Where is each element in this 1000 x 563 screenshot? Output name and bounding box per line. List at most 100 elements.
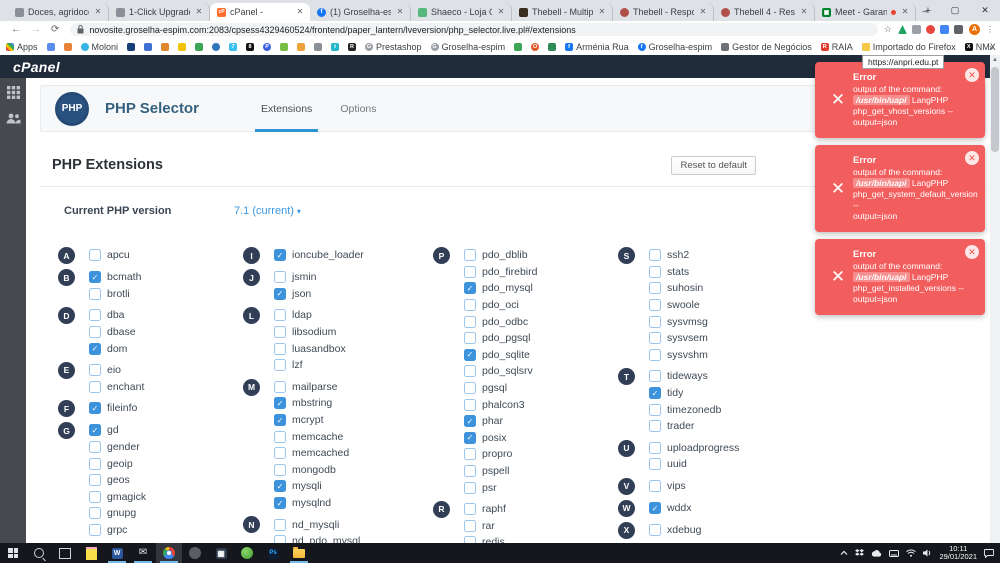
extension-checkbox[interactable] xyxy=(89,326,101,338)
extension-checkbox[interactable] xyxy=(464,536,476,543)
toast-close-button[interactable]: ✕ xyxy=(965,245,979,259)
back-button[interactable]: ← xyxy=(11,24,21,35)
extension-checkbox[interactable] xyxy=(464,465,476,477)
dropbox-icon[interactable] xyxy=(855,549,864,557)
extension-checkbox[interactable] xyxy=(464,332,476,344)
wifi-icon[interactable] xyxy=(906,549,916,557)
calculator-app[interactable]: ▦ xyxy=(208,543,234,563)
extension-checkbox[interactable] xyxy=(649,266,661,278)
extension-checkbox[interactable]: ✓ xyxy=(649,387,661,399)
extension-icon[interactable] xyxy=(954,25,963,34)
bookmarks-overflow-icon[interactable]: » xyxy=(989,42,994,52)
extension-checkbox[interactable]: ✓ xyxy=(89,271,101,283)
photoshop-app[interactable]: Ps xyxy=(260,543,286,563)
green-app[interactable] xyxy=(234,543,260,563)
tab-close-icon[interactable]: ✕ xyxy=(194,7,204,17)
chevron-down-icon[interactable]: ▾ xyxy=(297,207,301,216)
bookmark-item[interactable]: fArménia Rua xyxy=(565,42,629,52)
refresh-button[interactable]: ⟳ xyxy=(51,24,59,35)
extension-checkbox[interactable]: ✓ xyxy=(274,480,286,492)
extension-icon[interactable] xyxy=(912,25,921,34)
address-bar[interactable]: novosite.groselha-espim.com:2083/cpsess4… xyxy=(70,23,878,36)
extension-checkbox[interactable] xyxy=(464,520,476,532)
extension-checkbox[interactable] xyxy=(464,316,476,328)
extension-checkbox[interactable] xyxy=(649,249,661,261)
extension-checkbox[interactable] xyxy=(649,282,661,294)
tab-close-icon[interactable]: ✕ xyxy=(698,7,708,17)
bookmark-item[interactable] xyxy=(548,43,556,51)
bookmark-item[interactable]: Gestor de Negócios xyxy=(721,42,812,52)
extension-checkbox[interactable] xyxy=(274,535,286,543)
browser-tab[interactable]: cPcPanel -✕ xyxy=(210,3,310,21)
bookmark-item[interactable] xyxy=(47,43,55,51)
browser-menu-icon[interactable]: ⋮ xyxy=(986,28,994,31)
tab-close-icon[interactable]: ✕ xyxy=(93,7,103,17)
extension-icon[interactable] xyxy=(926,25,935,34)
bookmark-item[interactable] xyxy=(514,43,522,51)
extension-checkbox[interactable]: ✓ xyxy=(274,497,286,509)
browser-tab[interactable]: ▣Meet - Garantia de✕ xyxy=(815,3,916,21)
extension-checkbox[interactable] xyxy=(89,524,101,536)
word-app[interactable]: W xyxy=(104,543,130,563)
extension-checkbox[interactable] xyxy=(649,480,661,492)
bookmark-item[interactable] xyxy=(280,43,288,51)
extension-checkbox[interactable]: ✓ xyxy=(464,282,476,294)
tab-close-icon[interactable]: ✕ xyxy=(799,7,809,17)
extension-checkbox[interactable]: ✓ xyxy=(89,424,101,436)
forward-button[interactable]: → xyxy=(31,24,41,35)
extension-checkbox[interactable] xyxy=(274,431,286,443)
extension-checkbox[interactable] xyxy=(89,249,101,261)
bookmark-item[interactable]: fGroselha-espim xyxy=(638,42,713,52)
keyboard-icon[interactable] xyxy=(889,550,899,557)
extension-checkbox[interactable]: ✓ xyxy=(274,288,286,300)
extension-checkbox[interactable] xyxy=(89,507,101,519)
extension-checkbox[interactable] xyxy=(464,482,476,494)
users-icon[interactable] xyxy=(6,113,21,124)
tab-options[interactable]: Options xyxy=(326,86,390,131)
extension-checkbox[interactable] xyxy=(649,316,661,328)
extension-checkbox[interactable] xyxy=(649,370,661,382)
tray-chevron-icon[interactable] xyxy=(840,550,848,556)
extension-checkbox[interactable] xyxy=(464,382,476,394)
extension-checkbox[interactable] xyxy=(89,309,101,321)
extension-checkbox[interactable] xyxy=(274,381,286,393)
extension-checkbox[interactable]: ✓ xyxy=(464,415,476,427)
extension-checkbox[interactable]: ✓ xyxy=(464,432,476,444)
extension-checkbox[interactable] xyxy=(464,399,476,411)
browser-tab[interactable]: Doces, agridoces e lico✕ xyxy=(8,3,109,21)
profile-avatar[interactable]: A xyxy=(969,24,980,35)
toast-close-button[interactable]: ✕ xyxy=(965,151,979,165)
extension-checkbox[interactable]: ✓ xyxy=(89,343,101,355)
extension-checkbox[interactable] xyxy=(464,503,476,515)
bookmark-item[interactable] xyxy=(195,43,203,51)
extension-checkbox[interactable]: ✓ xyxy=(464,349,476,361)
bookmark-item[interactable]: R xyxy=(348,43,356,51)
extension-checkbox[interactable]: ✓ xyxy=(274,414,286,426)
browser-tab[interactable]: Thebell - Responsive P✕ xyxy=(613,3,714,21)
extension-checkbox[interactable] xyxy=(274,359,286,371)
extension-checkbox[interactable] xyxy=(274,309,286,321)
browser-tab[interactable]: Thebell - Multipurpos✕ xyxy=(512,3,613,21)
bookmark-item[interactable]: RRAIA xyxy=(821,42,853,52)
extension-checkbox[interactable] xyxy=(89,458,101,470)
file-explorer-app[interactable] xyxy=(286,543,312,563)
bookmark-item[interactable] xyxy=(297,43,305,51)
extension-checkbox[interactable] xyxy=(649,524,661,536)
extension-checkbox[interactable] xyxy=(89,441,101,453)
browser-tab[interactable]: f(1) Groselha-espim | Fa✕ xyxy=(310,3,411,21)
extension-checkbox[interactable] xyxy=(274,343,286,355)
bookmark-item[interactable]: GPrestashop xyxy=(365,42,422,52)
extension-checkbox[interactable]: ✓ xyxy=(274,249,286,261)
bookmark-item[interactable]: Moloni xyxy=(81,42,119,52)
bookmark-item[interactable]: GGroselha-espim xyxy=(431,42,506,52)
extension-checkbox[interactable]: ✓ xyxy=(274,397,286,409)
tab-close-icon[interactable]: ✕ xyxy=(395,7,405,17)
bookmark-item[interactable] xyxy=(314,43,322,51)
extension-checkbox[interactable] xyxy=(464,249,476,261)
bookmark-item[interactable] xyxy=(161,43,169,51)
extension-checkbox[interactable] xyxy=(274,326,286,338)
mail-app[interactable]: ✉ xyxy=(130,543,156,563)
bookmark-item[interactable]: 7 xyxy=(229,43,237,51)
browser-tab[interactable]: Thebell 4 - Responsiv✕ xyxy=(714,3,815,21)
bookmark-item[interactable] xyxy=(127,43,135,51)
